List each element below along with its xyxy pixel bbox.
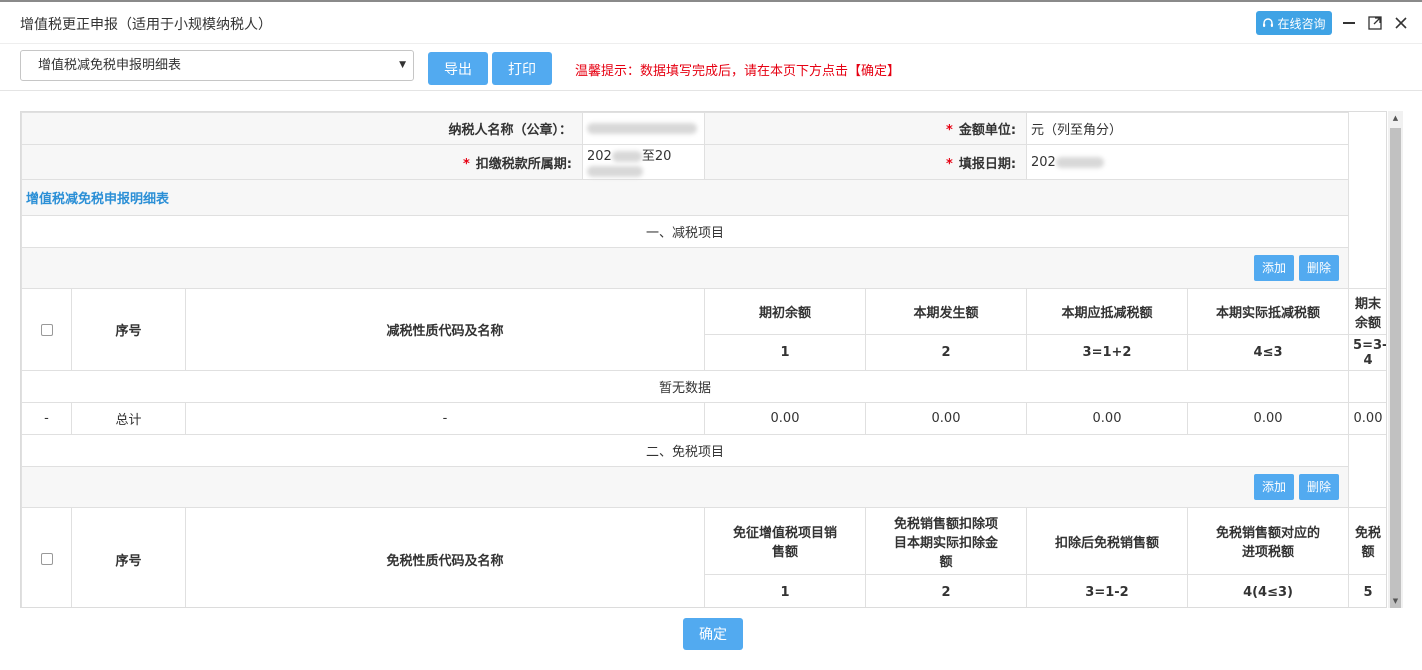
reduction-colnum-5: 5=3-4 (1348, 334, 1386, 371)
reduction-header-c4-text: 本期实际抵减税额 (1216, 306, 1321, 321)
reduction-select-all-cell (21, 288, 72, 371)
reduction-header-code: 减税性质代码及名称 (185, 288, 705, 371)
form-table: 纳税人名称（公章）： * 金额单位: 元（列至角分） * 扣缴税款所属期: 202 至… (21, 112, 1386, 607)
fill-date-prefix: 202 (1031, 154, 1056, 170)
title-bar: 增值税更正申报（适用于小规模纳税人） 在线咨询 (0, 2, 1422, 44)
taxpayer-name-label: 纳税人名称（公章）： (21, 112, 583, 145)
amount-unit-value: 元（列至角分） (1026, 112, 1350, 145)
caret-down-icon: ▼ (399, 60, 406, 70)
maximize-icon[interactable] (1366, 14, 1384, 32)
reduction-total-label: 总计 (71, 402, 186, 435)
exemption-colnum-5: 5 (1348, 574, 1386, 607)
exemption-add-button[interactable]: 添加 (1254, 474, 1295, 500)
reduction-header-c5: 期末余额 (1348, 288, 1386, 335)
exemption-colnum-1: 1 (704, 574, 866, 607)
reduction-header-c1: 期初余额 (704, 288, 866, 335)
reduction-title: 一、减税项目 (21, 215, 1350, 248)
scrollbar-thumb[interactable] (1390, 128, 1401, 608)
toolbar: 增值税减免税申报明细表 ▼ 导出 打印 温馨提示：数据填写完成后，请在本页下方点… (0, 45, 1422, 91)
reduction-header-c4: 本期实际抵减税额 (1187, 288, 1350, 335)
exemption-header-c1-text: 免征增值税项目销售额 (732, 526, 837, 560)
reduction-total-c5: 0.00 (1348, 402, 1386, 435)
exemption-header-seq: 序号 (71, 507, 186, 607)
form-panel[interactable]: 纳税人名称（公章）： * 金额单位: 元（列至角分） * 扣缴税款所属期: 202 至… (20, 111, 1387, 608)
reduction-header-seq: 序号 (71, 288, 186, 371)
amount-unit-label-cell: * 金额单位: (703, 112, 1028, 145)
vertical-scrollbar[interactable]: ▲ ▼ (1388, 111, 1403, 608)
reduction-empty-row: 暂无数据 (21, 370, 1350, 403)
export-button[interactable]: 导出 (428, 52, 488, 85)
exemption-actions: 添加 删除 (21, 466, 1350, 508)
exemption-header-c2-text: 免税销售额扣除项目本期实际扣除金额 (894, 516, 999, 570)
window-title: 增值税更正申报（适用于小规模纳税人） (20, 17, 272, 33)
exemption-header-c4-text: 免税销售额对应的进项税额 (1216, 526, 1321, 560)
tax-period-separator: 至20 (641, 149, 672, 164)
reduction-delete-button[interactable]: 删除 (1299, 255, 1340, 281)
exemption-title: 二、免税项目 (21, 434, 1350, 467)
print-button[interactable]: 打印 (492, 52, 552, 85)
reduction-total-c3: 0.00 (1026, 402, 1189, 435)
exemption-header-c2: 免税销售额扣除项目本期实际扣除金额 (864, 507, 1028, 575)
tax-period-label: 扣缴税款所属期: (475, 156, 572, 172)
online-consult-button[interactable]: 在线咨询 (1256, 11, 1332, 35)
reduction-colnum-2: 2 (864, 334, 1028, 371)
fill-date-label-cell: * 填报日期: (703, 144, 1028, 180)
fill-date-label: 填报日期: (958, 156, 1017, 172)
exemption-select-all-checkbox[interactable] (40, 553, 53, 565)
scroll-down-icon[interactable]: ▼ (1388, 597, 1403, 605)
warning-tip: 温馨提示：数据填写完成后，请在本页下方点击【确定】 (575, 64, 901, 79)
exemption-header-code: 免税性质代码及名称 (185, 507, 705, 607)
scroll-up-icon[interactable]: ▲ (1388, 114, 1403, 122)
exemption-header-c3-text: 扣除后免税销售额 (1055, 535, 1160, 551)
tax-period-value[interactable]: 202 至20 (582, 144, 705, 180)
headset-icon (1263, 18, 1274, 27)
exemption-colnum-4: 4(4≤3) (1187, 574, 1350, 607)
minimize-icon[interactable] (1340, 14, 1358, 32)
exemption-header-c5: 免税额 (1348, 507, 1386, 575)
tax-period-start: 202 (587, 149, 612, 164)
reduction-header-c2: 本期发生额 (864, 288, 1028, 335)
exemption-colnum-3: 3=1-2 (1026, 574, 1189, 607)
close-icon[interactable] (1392, 14, 1410, 32)
reduction-total-c4: 0.00 (1187, 402, 1350, 435)
exemption-header-c3: 扣除后免税销售额 (1026, 507, 1189, 575)
tax-period-label-cell: * 扣缴税款所属期: (21, 144, 583, 180)
reduction-actions: 添加 删除 (21, 247, 1350, 289)
form-select-value: 增值税减免税申报明细表 (38, 58, 182, 73)
exemption-delete-button[interactable]: 删除 (1299, 474, 1340, 500)
exemption-header-c4: 免税销售额对应的进项税额 (1187, 507, 1350, 575)
reduction-select-all-checkbox[interactable] (40, 323, 53, 336)
exemption-colnum-2: 2 (864, 574, 1028, 607)
confirm-button[interactable]: 确定 (683, 618, 743, 650)
fill-date-value[interactable]: 202 (1026, 144, 1350, 180)
reduction-total-c1: 0.00 (704, 402, 866, 435)
exemption-select-all-cell (21, 507, 72, 607)
reduction-header-c3: 本期应抵减税额 (1026, 288, 1189, 335)
reduction-colnum-3: 3=1+2 (1026, 334, 1189, 371)
reduction-total-dash: - (21, 402, 72, 435)
reduction-add-button[interactable]: 添加 (1254, 255, 1295, 281)
form-select[interactable]: 增值税减免税申报明细表 ▼ (20, 50, 414, 81)
online-consult-label: 在线咨询 (1277, 16, 1326, 31)
section-title: 增值税减免税申报明细表 (21, 179, 1350, 216)
taxpayer-name-value (582, 112, 705, 145)
reduction-total-c2: 0.00 (864, 402, 1028, 435)
reduction-total-code: - (185, 402, 705, 435)
reduction-colnum-4: 4≤3 (1187, 334, 1350, 371)
reduction-colnum-1: 1 (704, 334, 866, 371)
amount-unit-label: 金额单位: (958, 123, 1017, 138)
exemption-header-c1: 免征增值税项目销售额 (704, 507, 866, 575)
